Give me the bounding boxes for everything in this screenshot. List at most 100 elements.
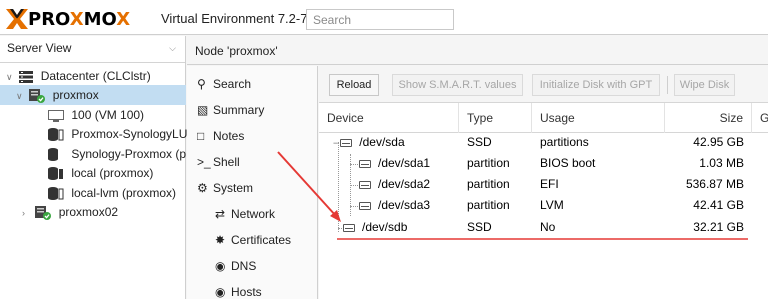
toolbar-separator: [667, 76, 668, 94]
table-row[interactable]: /dev/sda1 partition BIOS boot 1.03 MB: [319, 153, 768, 174]
tree-item-proxmox[interactable]: ∨ proxmox: [0, 85, 186, 105]
table-row[interactable]: /dev/sda3 partition LVM 42.41 GB: [319, 195, 768, 216]
nav-item-network[interactable]: ⇄ Network: [187, 201, 318, 227]
node-title: Node 'proxmox': [187, 36, 768, 65]
tree-item-label: local-lvm (proxmox): [71, 186, 177, 200]
type-cell: partition: [467, 177, 510, 191]
table-row[interactable]: /dev/sda2 partition EFI 536.87 MB: [319, 174, 768, 195]
hard-drive-icon: [340, 138, 353, 147]
nav-item-dns[interactable]: ◉ DNS: [187, 253, 318, 279]
globe-icon: ◉: [215, 285, 226, 299]
storage-icon: [48, 187, 64, 201]
type-cell: SSD: [467, 220, 492, 234]
size-cell: 1.03 MB: [699, 156, 744, 170]
size-cell: 42.41 GB: [693, 198, 744, 212]
column-header-device[interactable]: Device: [319, 103, 459, 133]
collapse-toggle-icon[interactable]: ∨: [6, 67, 16, 87]
nav-item-notes[interactable]: □ Notes: [187, 123, 318, 149]
column-header-truncated[interactable]: G: [752, 103, 768, 133]
size-cell: 32.21 GB: [693, 220, 744, 234]
nav-item-system[interactable]: ⚙ System: [187, 175, 318, 201]
disks-panel: Reload Show S.M.A.R.T. values Initialize…: [319, 66, 768, 299]
tree-item-label: proxmox02: [58, 205, 119, 219]
tree-item-label: Datacenter (CLClstr): [40, 69, 151, 83]
tree-item-label: local (proxmox): [71, 166, 154, 180]
tree-item-storage-local[interactable]: local (proxmox): [0, 163, 186, 183]
server-view-select[interactable]: Server View ⌵: [0, 36, 185, 63]
node-online-icon: [35, 205, 52, 220]
usage-cell: EFI: [540, 177, 559, 191]
nav-item-label: Network: [231, 207, 276, 221]
server-view-label: Server View: [7, 41, 72, 55]
exchange-icon: ⇄: [215, 207, 226, 221]
nav-item-shell[interactable]: >_ Shell: [187, 149, 318, 175]
nav-item-label: System: [213, 181, 254, 195]
device-cell: /dev/sda1: [359, 153, 430, 174]
tree-item-label: 100 (VM 100): [71, 108, 145, 122]
certificate-icon: ✸: [215, 233, 226, 247]
tree-item-datacenter[interactable]: ∨ Datacenter (CLClstr): [0, 66, 186, 86]
tree-item-storage-synology-proxmox[interactable]: Synology-Proxmox (p: [0, 144, 186, 164]
nav-item-label: Notes: [213, 129, 245, 143]
collapse-toggle-icon[interactable]: ∨: [16, 86, 26, 106]
initialize-gpt-button[interactable]: Initialize Disk with GPT: [532, 74, 660, 96]
nav-item-label: Hosts: [231, 285, 262, 299]
tree-item-label: proxmox: [52, 88, 99, 102]
storage-icon: [48, 167, 63, 181]
hard-drive-icon: [359, 201, 371, 210]
node-online-icon: [29, 88, 46, 103]
device-cell: −/dev/sda: [333, 135, 405, 149]
column-header-type[interactable]: Type: [459, 103, 532, 133]
logo-wordmark: PROXMOX: [28, 8, 131, 30]
book-icon: ▧: [197, 103, 209, 117]
usage-cell: BIOS boot: [540, 156, 596, 170]
search-icon: ⚲: [197, 77, 206, 91]
reload-button[interactable]: Reload: [329, 74, 379, 96]
vm-icon: [48, 109, 64, 122]
table-row[interactable]: /dev/sdb SSD No 32.21 GB: [319, 217, 768, 238]
proxmox-logo[interactable]: PROXMOX: [6, 8, 131, 30]
notes-icon: □: [197, 129, 205, 143]
logo-x-icon: [6, 9, 28, 29]
datacenter-icon: [19, 70, 34, 83]
version-label: Virtual Environment 7.2-7: [161, 11, 308, 26]
column-header-size[interactable]: Size: [665, 103, 752, 133]
type-cell: partition: [467, 156, 510, 170]
size-cell: 42.95 GB: [693, 135, 744, 149]
nav-item-search[interactable]: ⚲ Search: [187, 71, 318, 97]
disks-table-header: Device Type Usage Size G: [319, 103, 768, 133]
nav-item-label: DNS: [231, 259, 257, 273]
nav-item-label: Search: [213, 77, 252, 91]
tree-item-vm-100[interactable]: 100 (VM 100): [0, 105, 186, 125]
resource-tree: Server View ⌵ ∨ Datacenter (CLClstr) ∨ p…: [0, 36, 188, 299]
hard-drive-icon: [343, 223, 355, 232]
tree-item-storage-synology-lun[interactable]: Proxmox-SynologyLU: [0, 124, 188, 144]
tree-item-storage-local-lvm[interactable]: local-lvm (proxmox): [0, 183, 186, 203]
storage-icon: [48, 148, 58, 162]
tree-item-label: Synology-Proxmox (p: [71, 147, 187, 161]
show-smart-button[interactable]: Show S.M.A.R.T. values: [392, 74, 523, 96]
wipe-disk-button[interactable]: Wipe Disk: [674, 74, 735, 96]
disks-toolbar: Reload Show S.M.A.R.T. values Initialize…: [319, 66, 768, 103]
device-cell: /dev/sda3: [359, 195, 430, 216]
top-header: PROXMOX Virtual Environment 7.2-7 Search: [0, 0, 768, 35]
nav-item-certificates[interactable]: ✸ Certificates: [187, 227, 318, 253]
global-search-input[interactable]: Search: [306, 9, 454, 30]
usage-cell: No: [540, 220, 556, 234]
storage-icon: [48, 128, 64, 142]
tree-item-label: Proxmox-SynologyLU: [71, 127, 188, 141]
chevron-down-icon: ⌵: [169, 43, 176, 53]
globe-icon: ◉: [215, 259, 226, 273]
type-cell: partition: [467, 198, 510, 212]
table-row[interactable]: −/dev/sda SSD partitions 42.95 GB: [319, 132, 768, 153]
device-cell: /dev/sda2: [359, 174, 430, 195]
column-header-usage[interactable]: Usage: [532, 103, 665, 133]
expand-toggle-icon[interactable]: ›: [22, 203, 32, 223]
nav-item-hosts[interactable]: ◉ Hosts: [187, 279, 318, 299]
usage-cell: partitions: [540, 135, 589, 149]
nav-item-summary[interactable]: ▧ Summary: [187, 97, 318, 123]
gears-icon: ⚙: [197, 181, 208, 195]
terminal-icon: >_: [197, 155, 211, 169]
usage-cell: LVM: [540, 198, 564, 212]
tree-item-proxmox02[interactable]: › proxmox02: [0, 202, 186, 222]
